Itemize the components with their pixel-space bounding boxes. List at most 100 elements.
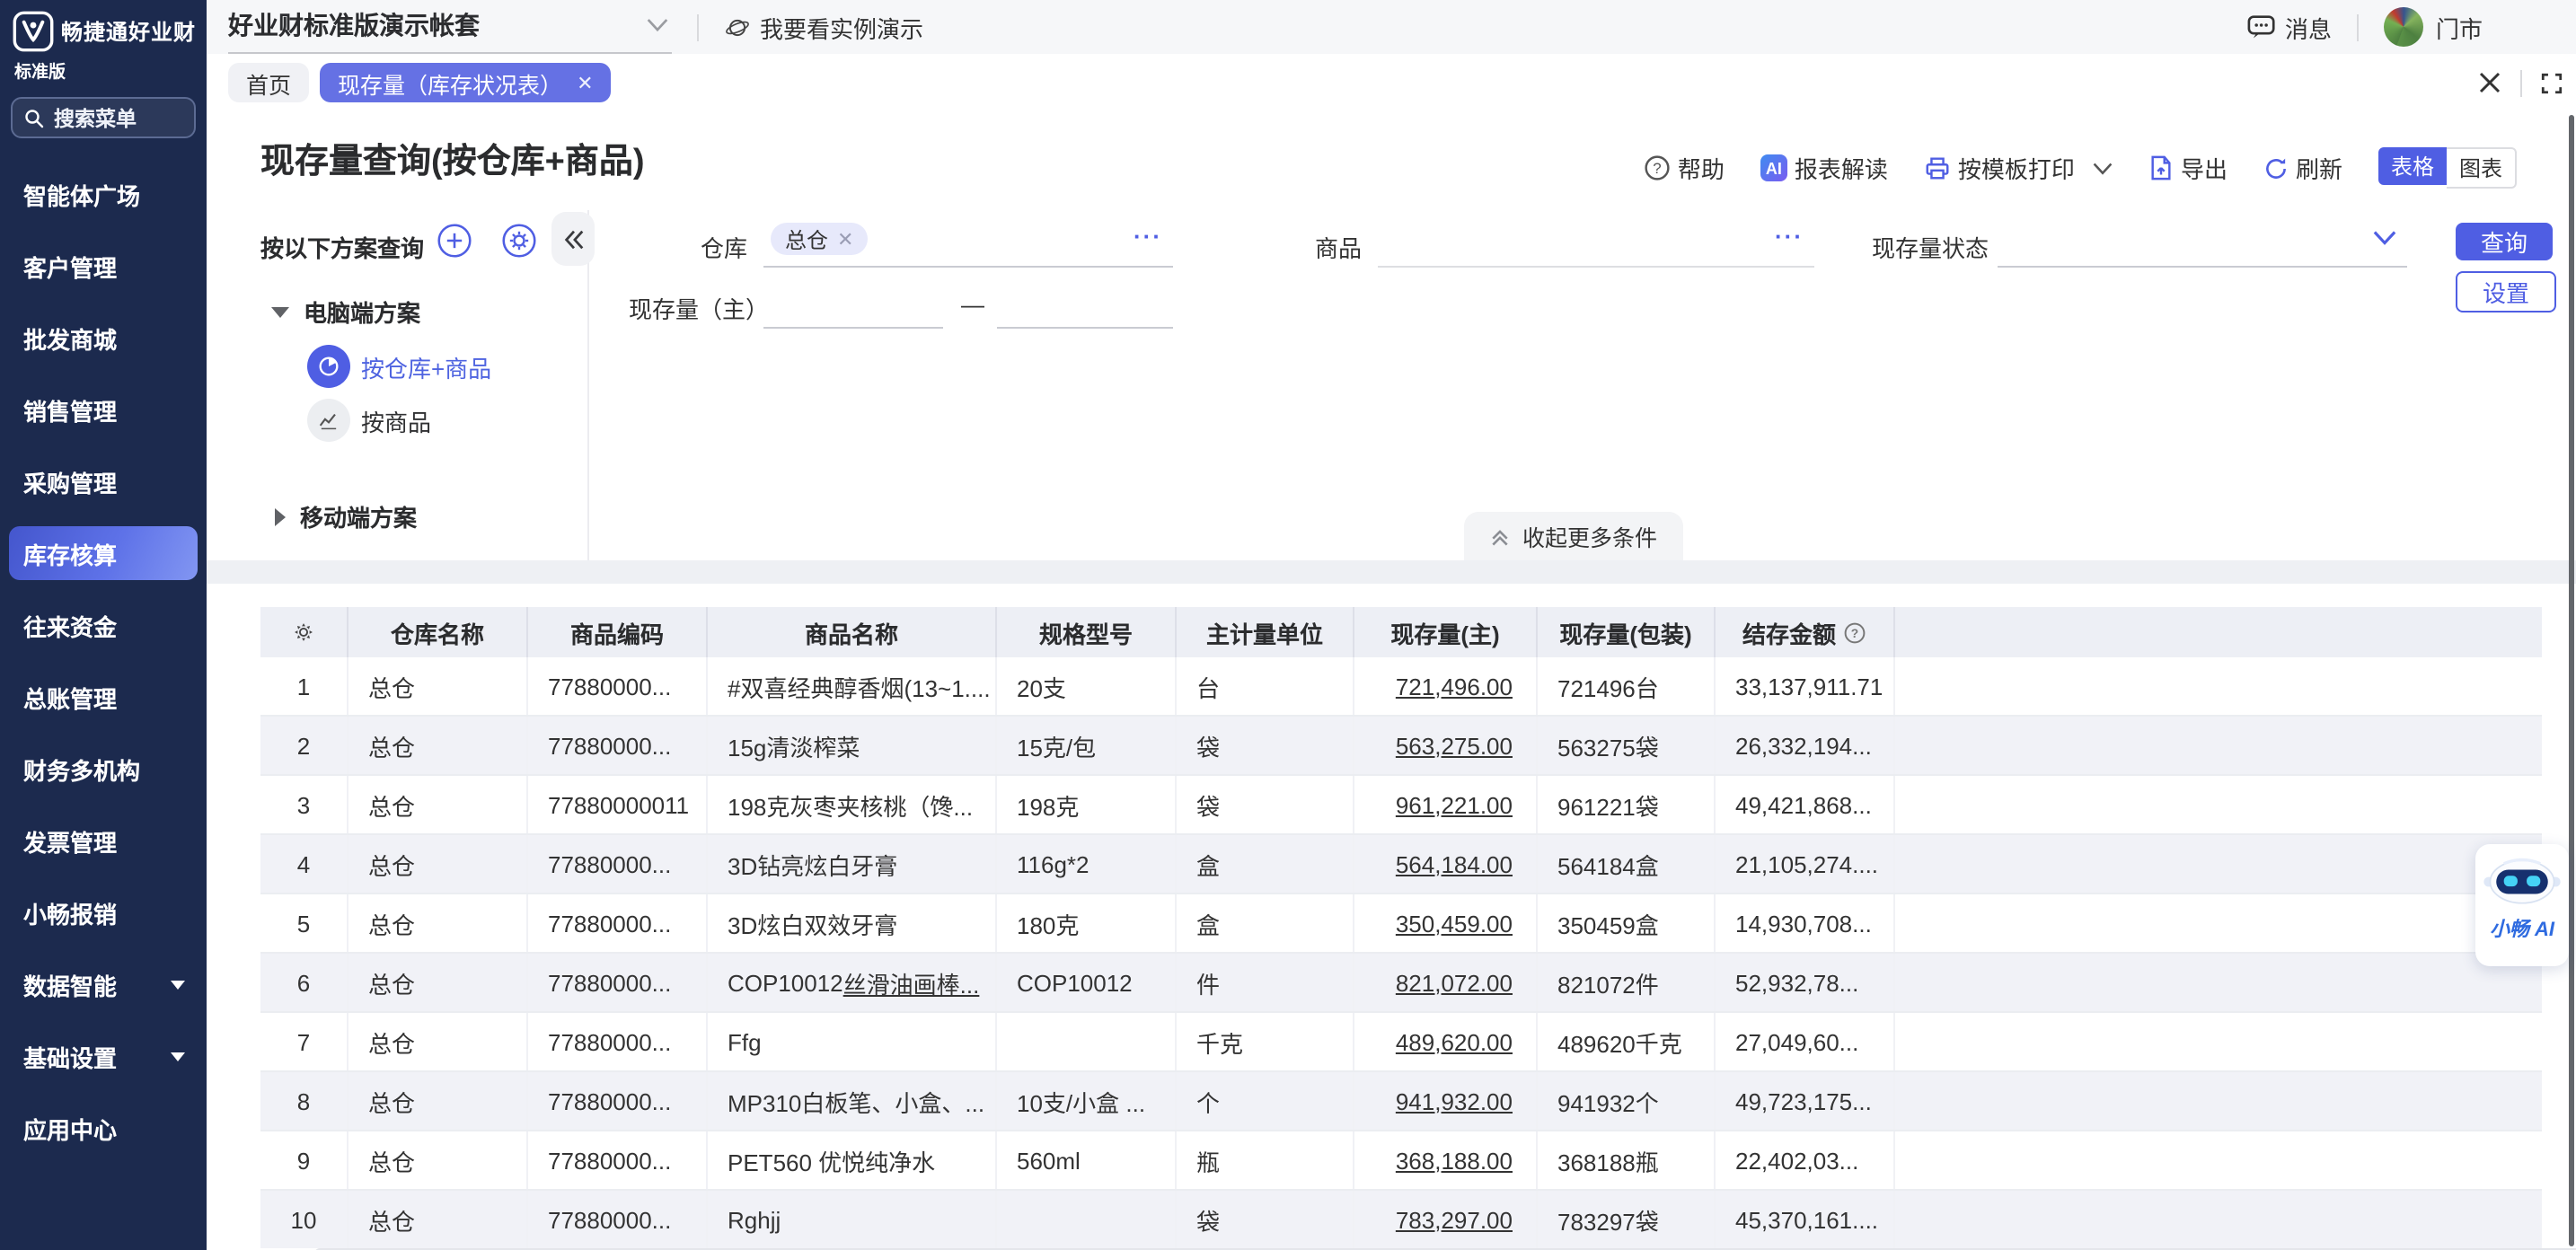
cell-filler: [1895, 657, 2542, 715]
table-row[interactable]: 4总仓77880000...3D钻亮炫白牙膏116g*2盒564,184.005…: [260, 833, 2542, 893]
table-row[interactable]: 1总仓77880000...#双喜经典醇香烟(13~1....20支台721,4…: [260, 657, 2542, 715]
col-qty-main[interactable]: 现存量(主): [1354, 607, 1538, 657]
tab-close-icon[interactable]: ✕: [577, 71, 593, 94]
table-row[interactable]: 3总仓77880000011198克灰枣夹核桃（馋...198克袋961,221…: [260, 774, 2542, 833]
qty-main-link[interactable]: 368,188.00: [1396, 1147, 1513, 1174]
view-chart-button[interactable]: 图表: [2447, 147, 2517, 189]
cell-warehouse: 总仓: [348, 776, 528, 833]
product-field[interactable]: ···: [1378, 216, 1814, 268]
table-row[interactable]: 6总仓77880000...COP10012 丝滑油画棒...COP10012件…: [260, 952, 2542, 1011]
export-button[interactable]: 导出: [2148, 151, 2228, 185]
avatar[interactable]: [2384, 7, 2423, 47]
sidebar-item[interactable]: 销售管理: [0, 374, 207, 445]
fullscreen-icon[interactable]: [2540, 71, 2563, 94]
qty-max-input[interactable]: [997, 277, 1173, 329]
cell-code: 77880000...: [528, 1131, 708, 1189]
account-selector[interactable]: 好业财标准版演示帐套: [228, 1, 672, 53]
user-name[interactable]: 门市: [2436, 10, 2483, 44]
sidebar-item[interactable]: 库存核算: [9, 526, 198, 580]
qty-main-link[interactable]: 489,620.00: [1396, 1028, 1513, 1055]
vertical-scrollbar[interactable]: [2569, 115, 2574, 1246]
sidebar-item[interactable]: 数据智能: [0, 948, 207, 1020]
ai-report-button[interactable]: AI 报表解读: [1760, 151, 1888, 185]
cell-unit: 千克: [1177, 1013, 1354, 1070]
tree-item-by-product[interactable]: 按商品: [307, 399, 431, 442]
product-more-icon[interactable]: ···: [1775, 223, 1804, 250]
cell-name: PET560 优悦纯净水: [708, 1131, 997, 1189]
sidebar-item[interactable]: 往来资金: [0, 589, 207, 661]
col-unit[interactable]: 主计量单位: [1177, 607, 1354, 657]
tab-stock-report[interactable]: 现存量（库存状况表） ✕: [320, 63, 611, 102]
col-code[interactable]: 商品编码: [528, 607, 708, 657]
messages-button[interactable]: 消息: [2247, 10, 2332, 44]
sidebar-item[interactable]: 智能体广场: [0, 158, 207, 230]
col-warehouse[interactable]: 仓库名称: [348, 607, 528, 657]
tree-group-mobile[interactable]: 移动端方案: [275, 499, 417, 533]
col-name[interactable]: 商品名称: [708, 607, 997, 657]
sidebar-item[interactable]: 批发商城: [0, 302, 207, 374]
table-row[interactable]: 5总仓77880000...3D炫白双效牙膏180克盒350,459.00350…: [260, 893, 2542, 952]
warehouse-field[interactable]: 总仓 ✕ ···: [763, 216, 1173, 268]
table-row[interactable]: 9总仓77880000...PET560 优悦纯净水560ml瓶368,188.…: [260, 1130, 2542, 1189]
table-row[interactable]: 8总仓77880000...MP310白板笔、小盒、...10支/小盒 ...个…: [260, 1070, 2542, 1130]
qty-main-link[interactable]: 821,072.00: [1396, 969, 1513, 996]
sidebar-item[interactable]: 总账管理: [0, 661, 207, 733]
add-scheme-button[interactable]: [437, 223, 472, 259]
sidebar-item-label: 销售管理: [23, 392, 117, 427]
qty-main-link[interactable]: 563,275.00: [1396, 732, 1513, 759]
qty-min-input[interactable]: [763, 277, 943, 329]
search-button[interactable]: 查询: [2456, 223, 2553, 260]
help-button[interactable]: ? 帮助: [1644, 151, 1725, 185]
col-amount[interactable]: 结存金额 ?: [1716, 607, 1895, 657]
ai-report-label: 报表解读: [1795, 151, 1888, 185]
logo: 畅捷通好业财: [0, 0, 207, 52]
cell-code: 77880000...: [528, 954, 708, 1011]
cell-amount: 45,370,161....: [1716, 1191, 1895, 1248]
table-row[interactable]: 7总仓77880000...Ffg千克489,620.00489620千克27,…: [260, 1011, 2542, 1070]
settings-button[interactable]: 设置: [2456, 271, 2556, 312]
sidebar-item[interactable]: 小畅报销: [0, 876, 207, 948]
collapse-conditions-button[interactable]: 收起更多条件: [1464, 512, 1683, 560]
qty-main-link[interactable]: 350,459.00: [1396, 910, 1513, 937]
qty-main-link[interactable]: 721,496.00: [1396, 673, 1513, 700]
tag-close-icon[interactable]: ✕: [837, 227, 853, 251]
tree-group-mobile-label: 移动端方案: [300, 499, 417, 533]
cell-filler: [1895, 1072, 2542, 1130]
column-settings-button[interactable]: [260, 607, 348, 657]
tree-item-by-warehouse-product[interactable]: 按仓库+商品: [307, 345, 491, 388]
sidebar-item[interactable]: 基础设置: [0, 1020, 207, 1092]
sidebar-item[interactable]: 发票管理: [0, 805, 207, 876]
print-dropdown[interactable]: [2093, 161, 2113, 175]
close-icon[interactable]: [2477, 70, 2502, 95]
sidebar-item[interactable]: 财务多机构: [0, 733, 207, 805]
refresh-button[interactable]: 刷新: [2263, 151, 2342, 185]
status-select[interactable]: [1998, 216, 2407, 268]
warehouse-more-icon[interactable]: ···: [1134, 223, 1162, 250]
view-table-button[interactable]: 表格: [2378, 147, 2447, 185]
sidebar-item-label: 应用中心: [23, 1111, 117, 1145]
ai-assistant-widget[interactable]: 小畅 AI: [2475, 844, 2569, 966]
col-qty-pack[interactable]: 现存量(包装): [1538, 607, 1716, 657]
sidebar-item-label: 小畅报销: [23, 895, 117, 929]
qty-main-link[interactable]: 783,297.00: [1396, 1206, 1513, 1233]
collapse-panel-button[interactable]: [551, 212, 595, 266]
cell-qty-pack: 721496台: [1538, 657, 1716, 715]
warehouse-tag-label: 总仓: [785, 224, 828, 254]
qty-main-link[interactable]: 941,932.00: [1396, 1087, 1513, 1114]
print-button[interactable]: 按模板打印: [1924, 151, 2075, 185]
table-row[interactable]: 2总仓77880000...15g清淡榨菜15克/包袋563,275.00563…: [260, 715, 2542, 774]
sidebar-item[interactable]: 客户管理: [0, 230, 207, 302]
sidebar-item[interactable]: 应用中心: [0, 1092, 207, 1164]
table-row[interactable]: 10总仓77880000...Rghjj袋783,297.00783297袋45…: [260, 1189, 2542, 1248]
col-spec[interactable]: 规格型号: [997, 607, 1177, 657]
tree-group-pc[interactable]: 电脑端方案: [271, 295, 420, 329]
scheme-settings-button[interactable]: [501, 223, 537, 259]
tab-home[interactable]: 首页: [228, 63, 309, 102]
svg-text:?: ?: [1851, 625, 1858, 639]
sidebar-item[interactable]: 采购管理: [0, 445, 207, 517]
qty-main-link[interactable]: 961,221.00: [1396, 791, 1513, 818]
qty-main-link[interactable]: 564,184.00: [1396, 850, 1513, 877]
demo-link[interactable]: 我要看实例演示: [724, 10, 923, 44]
sidebar-item-label: 总账管理: [23, 680, 117, 714]
sidebar-search[interactable]: 搜索菜单: [11, 97, 196, 138]
